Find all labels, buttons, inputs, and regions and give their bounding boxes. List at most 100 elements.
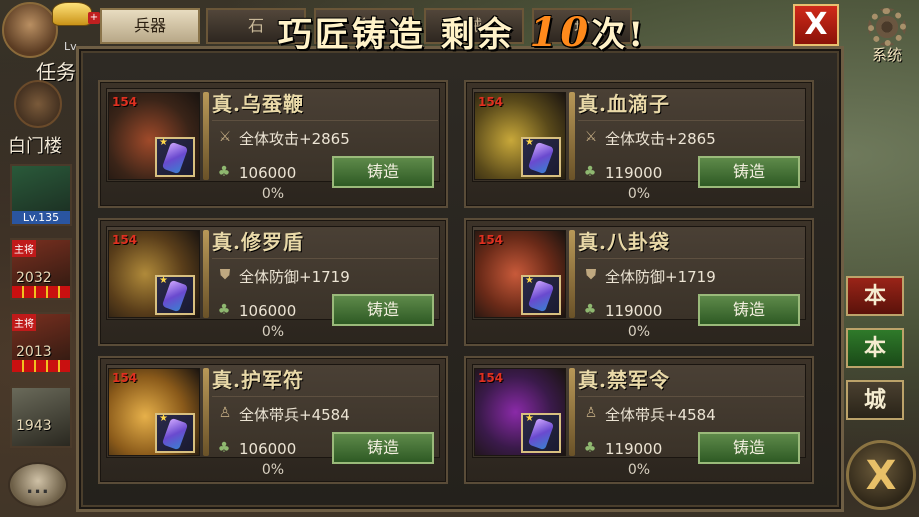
item-stat: 全体带兵+4584 xyxy=(605,406,716,424)
sword-icon: ⚔ xyxy=(218,129,232,145)
name-underline xyxy=(578,120,804,121)
system-button[interactable]: 系统 xyxy=(858,6,916,64)
forge-button[interactable]: 铸造 xyxy=(332,432,434,464)
item-stat: 全体防御+1719 xyxy=(239,268,350,286)
card-divider xyxy=(569,92,575,180)
material-gem-icon: ★ xyxy=(155,275,195,315)
round-close-button[interactable]: X xyxy=(846,440,916,510)
forge-item-card: 154 ★ 真.护军符 ♙ 全体带兵+4584 ♣ 106000 铸造 0% xyxy=(98,356,448,484)
hero-card[interactable]: Lv.135 xyxy=(10,164,72,226)
resource-icon: ♣ xyxy=(217,302,231,318)
hero-power: 2032 xyxy=(16,270,52,286)
material-gem-icon: ★ xyxy=(521,137,561,177)
forge-item-card: 154 ★ 真.血滴子 ⚔ 全体攻击+2865 ♣ 119000 铸造 0% xyxy=(464,80,814,208)
star-icon: ★ xyxy=(159,275,168,286)
soldier-icon: ♙ xyxy=(218,405,232,421)
card-divider xyxy=(569,368,575,456)
side-tab-city[interactable]: 城 xyxy=(846,380,904,420)
forge-button[interactable]: 铸造 xyxy=(698,294,800,326)
name-underline xyxy=(212,396,438,397)
item-name: 真.护军符 xyxy=(212,368,304,392)
item-image[interactable]: 154 ★ xyxy=(108,368,200,456)
forge-button[interactable]: 铸造 xyxy=(332,156,434,188)
add-gold-button[interactable]: + xyxy=(88,12,100,24)
tab-weapons[interactable]: 兵器 xyxy=(100,8,200,44)
name-underline xyxy=(212,120,438,121)
item-name: 真.修罗盾 xyxy=(212,230,304,254)
item-level: 154 xyxy=(112,95,138,109)
item-cost: 119000 xyxy=(605,440,663,458)
forge-item-card: 154 ★ 真.乌蚕鞭 ⚔ 全体攻击+2865 ♣ 106000 铸造 0% xyxy=(98,80,448,208)
forge-progress: 0% xyxy=(261,462,285,478)
card-divider xyxy=(203,92,209,180)
forge-button[interactable]: 铸造 xyxy=(332,294,434,326)
star-icon: ★ xyxy=(525,275,534,286)
gear-icon xyxy=(868,8,906,46)
item-image[interactable]: 154 ★ xyxy=(474,368,566,456)
gold-ingot-icon xyxy=(52,2,92,26)
item-stat: 全体带兵+4584 xyxy=(239,406,350,424)
item-image[interactable]: 154 ★ xyxy=(474,230,566,318)
item-name: 真.八卦袋 xyxy=(578,230,670,254)
item-cost: 106000 xyxy=(239,302,297,320)
resource-icon: ♣ xyxy=(583,164,597,180)
card-divider xyxy=(569,230,575,318)
forge-item-card: 154 ★ 真.八卦袋 ⛊ 全体防御+1719 ♣ 119000 铸造 0% xyxy=(464,218,814,346)
item-stat: 全体防御+1719 xyxy=(605,268,716,286)
hero-card[interactable]: 主将 2013 xyxy=(10,312,72,374)
side-tab-1[interactable]: 本 xyxy=(846,276,904,316)
item-level: 154 xyxy=(112,371,138,385)
chat-button[interactable]: ... xyxy=(8,462,68,508)
card-divider xyxy=(203,368,209,456)
main-general-badge: 主将 xyxy=(12,314,36,331)
close-icon: X xyxy=(865,453,897,499)
close-button[interactable]: X xyxy=(793,4,839,46)
forge-item-card: 154 ★ 真.禁军令 ♙ 全体带兵+4584 ♣ 119000 铸造 0% xyxy=(464,356,814,484)
material-gem-icon: ★ xyxy=(521,275,561,315)
forge-progress: 0% xyxy=(627,462,651,478)
title-suffix: 次! xyxy=(591,15,647,55)
sword-icon: ⚔ xyxy=(584,129,598,145)
hero-power: 1943 xyxy=(16,418,52,434)
star-icon: ★ xyxy=(159,413,168,424)
system-label: 系统 xyxy=(871,46,902,64)
material-gem-icon: ★ xyxy=(155,413,195,453)
forge-title: 巧匠铸造 剩余 10次! xyxy=(222,6,702,60)
item-image[interactable]: 154 ★ xyxy=(108,230,200,318)
resource-icon: ♣ xyxy=(217,440,231,456)
forge-button[interactable]: 铸造 xyxy=(698,156,800,188)
forge-item-card: 154 ★ 真.修罗盾 ⛊ 全体防御+1719 ♣ 106000 铸造 0% xyxy=(98,218,448,346)
hero-troop-bar xyxy=(12,286,70,298)
shield-icon: ⛊ xyxy=(585,267,597,283)
resource-icon: ♣ xyxy=(583,440,597,456)
item-cost: 106000 xyxy=(239,164,297,182)
forge-button[interactable]: 铸造 xyxy=(698,432,800,464)
hero-level: Lv.135 xyxy=(12,211,70,224)
name-underline xyxy=(212,258,438,259)
hero-card[interactable]: 主将 2032 xyxy=(10,238,72,300)
chat-dots-icon: ... xyxy=(26,477,50,498)
player-avatar[interactable] xyxy=(2,2,58,58)
item-name: 真.禁军令 xyxy=(578,368,670,392)
star-icon: ★ xyxy=(525,413,534,424)
name-underline xyxy=(578,258,804,259)
hero-card[interactable]: 1943 xyxy=(10,386,72,448)
star-icon: ★ xyxy=(525,137,534,148)
player-level-label: Lv xyxy=(64,40,77,53)
item-image[interactable]: 154 ★ xyxy=(108,92,200,180)
item-name: 真.血滴子 xyxy=(578,92,670,116)
item-cost: 106000 xyxy=(239,440,297,458)
main-general-badge: 主将 xyxy=(12,240,36,257)
side-tab-2[interactable]: 本 xyxy=(846,328,904,368)
quest-icon[interactable] xyxy=(14,80,62,128)
resource-icon: ♣ xyxy=(583,302,597,318)
item-name: 真.乌蚕鞭 xyxy=(212,92,304,116)
item-stat: 全体攻击+2865 xyxy=(605,130,716,148)
item-cost: 119000 xyxy=(605,302,663,320)
item-level: 154 xyxy=(478,233,504,247)
hero-power: 2013 xyxy=(16,344,52,360)
remaining-count: 10 xyxy=(529,9,592,56)
forge-progress: 0% xyxy=(261,186,285,202)
item-image[interactable]: 154 ★ xyxy=(474,92,566,180)
material-gem-icon: ★ xyxy=(155,137,195,177)
